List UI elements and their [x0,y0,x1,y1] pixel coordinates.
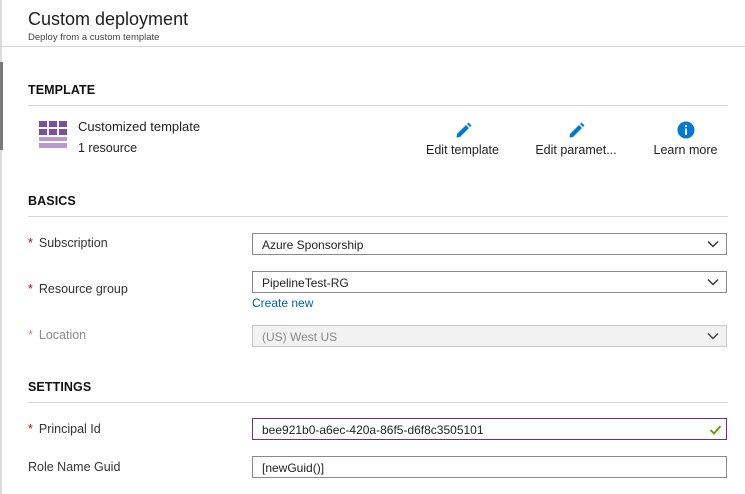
resource-group-label: * Resource group [28,282,128,296]
template-section-title: TEMPLATE [28,83,96,97]
resource-group-label-text: Resource group [38,282,128,296]
basics-section-title: BASICS [28,194,76,208]
pencil-icon [456,122,471,138]
edit-template-label: Edit template [426,143,499,157]
subscription-label-text: Subscription [38,236,108,250]
chevron-down-icon [707,241,719,248]
principal-id-label: * Principal Id [28,422,101,436]
template-grid-icon [39,121,67,148]
learn-more-label: Learn more [653,143,718,157]
template-name: Customized template [78,119,201,134]
learn-more-button[interactable]: Learn more [648,120,723,160]
pencil-icon [569,122,585,138]
role-name-guid-label: Role Name Guid [28,460,120,474]
chevron-down-icon [707,333,719,340]
settings-section-title: SETTINGS [28,380,92,394]
info-icon [677,121,694,139]
subscription-value: Azure Sponsorship [262,238,364,252]
required-marker: * [28,282,33,296]
principal-id-label-text: Principal Id [38,422,101,436]
location-select: (US) West US [252,325,727,347]
edit-parameters-label: Edit paramet... [535,143,617,157]
page-subtitle: Deploy from a custom template [28,32,160,43]
edit-parameters-button[interactable]: Edit paramet... [530,120,622,160]
location-label: * Location [28,328,86,342]
template-resource-count: 1 resource [78,141,138,155]
required-marker: * [28,236,33,250]
checkmark-icon [709,425,722,435]
principal-id-value: bee921b0-a6ec-420a-86f5-d6f8c3505101 [262,423,484,437]
location-label-text: Location [38,328,87,342]
required-marker: * [28,422,33,436]
location-value: (US) West US [262,330,338,344]
resource-group-value: PipelineTest-RG [262,276,349,290]
create-new-resource-group-link[interactable]: Create new [252,296,313,310]
page-title: Custom deployment [28,9,189,29]
edit-template-button[interactable]: Edit template [420,120,505,160]
role-name-guid-label-text: Role Name Guid [28,460,121,474]
subscription-select[interactable]: Azure Sponsorship [252,233,727,255]
principal-id-input[interactable]: bee921b0-a6ec-420a-86f5-d6f8c3505101 [252,418,727,440]
subscription-label: * Subscription [28,236,108,250]
required-marker: * [28,328,33,342]
template-section-divider [28,105,728,106]
role-name-guid-value: [newGuid()] [262,461,325,475]
chevron-down-icon [707,279,719,286]
role-name-guid-input[interactable]: [newGuid()] [252,456,727,478]
settings-section-divider [28,402,728,403]
blade-resize-handle[interactable] [0,62,3,150]
blade-header: Custom deployment Deploy from a custom t… [0,0,745,47]
resource-group-select[interactable]: PipelineTest-RG [252,271,727,293]
basics-section-divider [28,216,728,217]
